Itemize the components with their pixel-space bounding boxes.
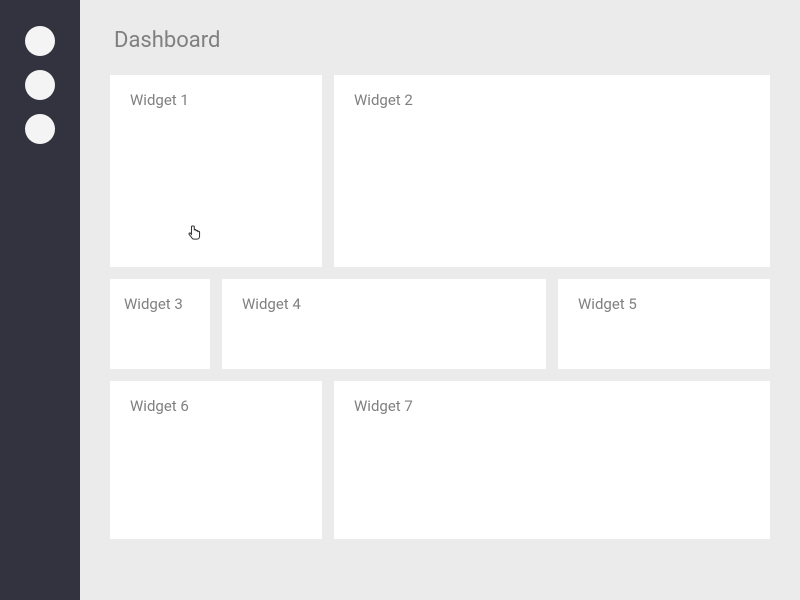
widget-title: Widget 3 — [124, 295, 196, 313]
nav-dot-3[interactable] — [25, 114, 55, 144]
widget-title: Widget 5 — [578, 295, 750, 313]
widget-1[interactable]: Widget 1 — [110, 75, 322, 267]
nav-dot-2[interactable] — [25, 70, 55, 100]
page-title: Dashboard — [114, 28, 770, 53]
widget-grid: Widget 1 Widget 2 Widget 3 Widget 4 Widg… — [110, 75, 770, 539]
widget-6[interactable]: Widget 6 — [110, 381, 322, 539]
widget-title: Widget 6 — [130, 397, 302, 415]
widget-2[interactable]: Widget 2 — [334, 75, 770, 267]
nav-dot-1[interactable] — [25, 26, 55, 56]
main-content: Dashboard Widget 1 Widget 2 Widget 3 Wid… — [80, 0, 800, 600]
sidebar — [0, 0, 80, 600]
widget-5[interactable]: Widget 5 — [558, 279, 770, 369]
widget-7[interactable]: Widget 7 — [334, 381, 770, 539]
widget-title: Widget 7 — [354, 397, 750, 415]
widget-title: Widget 1 — [130, 91, 302, 109]
cursor-pointer-icon — [188, 225, 202, 241]
widget-3[interactable]: Widget 3 — [110, 279, 210, 369]
widget-title: Widget 2 — [354, 91, 750, 109]
widget-4[interactable]: Widget 4 — [222, 279, 546, 369]
widget-title: Widget 4 — [242, 295, 526, 313]
